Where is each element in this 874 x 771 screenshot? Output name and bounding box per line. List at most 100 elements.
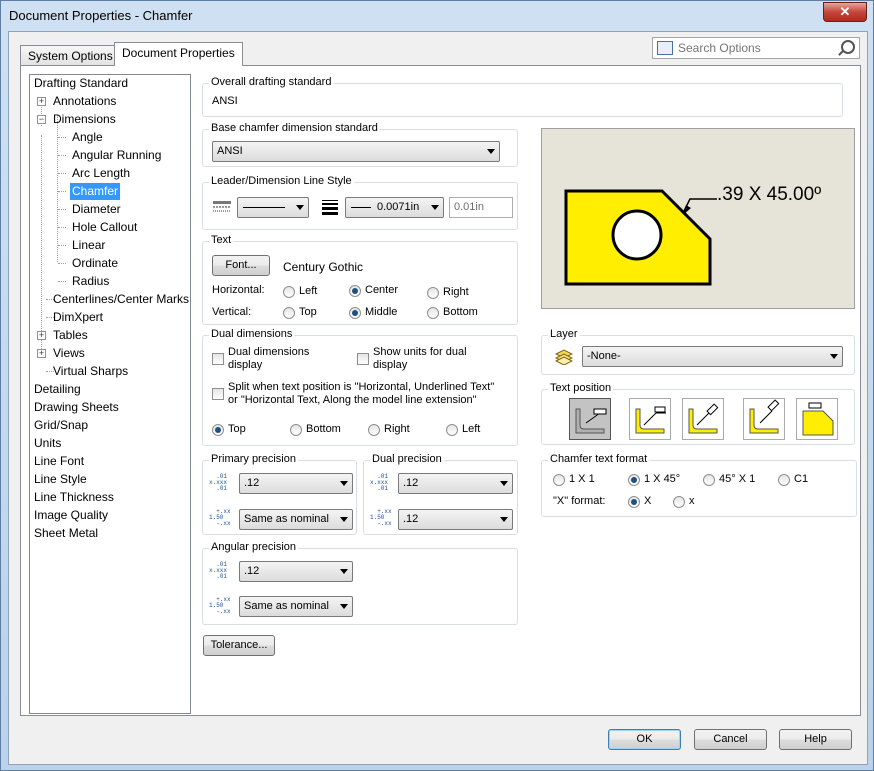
tree-item-drafting-standard[interactable]: Drafting Standard [34, 75, 128, 92]
tree-item-line-font[interactable]: Line Font [34, 453, 84, 470]
tree-item-units[interactable]: Units [34, 435, 61, 452]
tree-item-tables[interactable]: Tables [53, 327, 88, 344]
dual-dimensions-group: Dual dimensions Dual dimensions display … [202, 328, 518, 446]
primary-precision-value: .12 [244, 477, 260, 489]
text-position-underlined-button[interactable] [629, 398, 671, 440]
primary-precision-select[interactable]: .12 [239, 473, 353, 494]
angular-precision-group: Angular precision .01 x.xxx .01 .12 +.xx 1… [202, 541, 518, 625]
format-1x1-radio[interactable] [553, 474, 565, 486]
text-position-horizontal-button[interactable] [569, 398, 611, 440]
angular-precision-value: .12 [244, 565, 260, 577]
tree-item-centerlines[interactable]: Centerlines/Center Marks [53, 291, 189, 308]
tree-item-dimxpert[interactable]: DimXpert [53, 309, 103, 326]
tab-document-properties[interactable]: Document Properties [114, 42, 243, 66]
horizontal-center-radio[interactable] [349, 285, 361, 297]
x-format-upper-radio[interactable] [628, 496, 640, 508]
primary-tolerance-select[interactable]: Same as nominal [239, 509, 353, 530]
tree-item-drawing-sheets[interactable]: Drawing Sheets [34, 399, 119, 416]
search-input[interactable] [676, 39, 836, 57]
tree-item-dimensions[interactable]: Dimensions [53, 111, 116, 128]
format-1x45-label: 1 X 45° [644, 473, 681, 485]
tree-item-line-thickness[interactable]: Line Thickness [34, 489, 114, 506]
tree-item-ordinate[interactable]: Ordinate [72, 255, 118, 272]
dual-left-radio[interactable] [446, 424, 458, 436]
chevron-down-icon [830, 354, 838, 359]
chamfer-format-group: Chamfer text format 1 X 1 1 X 45° 45° X … [541, 453, 857, 517]
tree-item-radius[interactable]: Radius [72, 273, 109, 290]
dual-precision-select[interactable]: .12 [398, 473, 513, 494]
tree-item-hole-callout[interactable]: Hole Callout [72, 219, 137, 236]
collapse-dimensions-icon[interactable]: − [37, 115, 46, 124]
search-box[interactable] [652, 37, 860, 59]
base-standard-value: ANSI [217, 145, 243, 157]
chevron-down-icon [340, 604, 348, 609]
dual-tolerance-select[interactable]: .12 [398, 509, 513, 530]
tree-item-annotations[interactable]: Annotations [53, 93, 116, 110]
precision-value-icon: .01 x.xxx .01 [209, 473, 228, 492]
font-button[interactable]: Font... [212, 255, 270, 276]
expand-views-icon[interactable]: + [37, 349, 46, 358]
split-text-checkbox[interactable] [212, 388, 224, 400]
angular-precision-select[interactable]: .12 [239, 561, 353, 582]
tree-item-grid-snap[interactable]: Grid/Snap [34, 417, 88, 434]
vertical-middle-radio[interactable] [349, 307, 361, 319]
tree-item-angle[interactable]: Angle [72, 129, 103, 146]
chamfer-dimension-text: .39 X 45.00º [717, 184, 822, 205]
text-position-along-line-icon [688, 403, 719, 434]
angular-precision-title: Angular precision [209, 541, 298, 553]
tab-system-options[interactable]: System Options [20, 45, 121, 65]
x-format-lower-radio[interactable] [673, 496, 685, 508]
tree-item-image-quality[interactable]: Image Quality [34, 507, 108, 524]
text-position-parallel-button[interactable] [743, 398, 785, 440]
vertical-bottom-radio[interactable] [427, 307, 439, 319]
tolerance-button[interactable]: Tolerance... [203, 635, 275, 656]
help-button[interactable]: Help [779, 729, 852, 750]
dual-units-label-1: Show units for dual [373, 346, 467, 358]
tree-item-linear[interactable]: Linear [72, 237, 105, 254]
base-standard-select[interactable]: ANSI [212, 141, 500, 162]
tree-item-sheet-metal[interactable]: Sheet Metal [34, 525, 98, 542]
angular-tolerance-select[interactable]: Same as nominal [239, 596, 353, 617]
options-tree[interactable]: Drafting Standard + Annotations − Dimens… [29, 74, 191, 714]
dual-units-label-2: display [373, 359, 408, 371]
dual-right-radio[interactable] [368, 424, 380, 436]
tree-item-angular-running[interactable]: Angular Running [72, 147, 161, 164]
search-icon[interactable] [841, 40, 855, 54]
dual-bottom-radio[interactable] [290, 424, 302, 436]
tree-item-detailing[interactable]: Detailing [34, 381, 81, 398]
tree-item-chamfer[interactable]: Chamfer [70, 183, 121, 200]
leader-style-group: Leader/Dimension Line Style 0.0071in 0.0… [202, 175, 518, 230]
base-standard-title: Base chamfer dimension standard [209, 122, 380, 134]
format-1x45-radio[interactable] [628, 474, 640, 486]
title-bar[interactable]: Document Properties - Chamfer ✕ [1, 1, 873, 31]
format-c1-radio[interactable] [778, 474, 790, 486]
format-45x1-radio[interactable] [703, 474, 715, 486]
text-position-along-line-button[interactable] [682, 398, 724, 440]
expand-tables-icon[interactable]: + [37, 331, 46, 340]
vertical-top-radio[interactable] [283, 307, 295, 319]
dual-display-checkbox[interactable] [212, 353, 224, 365]
text-position-underlined-icon [635, 406, 666, 434]
tree-item-views[interactable]: Views [53, 345, 85, 362]
cancel-button[interactable]: Cancel [694, 729, 767, 750]
expand-annotations-icon[interactable]: + [37, 97, 46, 106]
horizontal-left-radio[interactable] [283, 286, 295, 298]
horizontal-right-radio[interactable] [427, 287, 439, 299]
chevron-down-icon [340, 569, 348, 574]
custom-thickness-field[interactable]: 0.01in [449, 197, 513, 218]
line-style-select[interactable] [237, 197, 309, 218]
close-button[interactable]: ✕ [823, 2, 867, 22]
tree-item-diameter[interactable]: Diameter [72, 201, 121, 218]
dual-top-radio[interactable] [212, 424, 224, 436]
dual-bottom-label: Bottom [306, 423, 341, 435]
line-style-icon [213, 201, 231, 212]
layer-select[interactable]: -None- [582, 346, 843, 367]
dual-units-checkbox[interactable] [357, 353, 369, 365]
chamfer-format-title: Chamfer text format [548, 453, 650, 465]
tree-item-line-style[interactable]: Line Style [34, 471, 87, 488]
tree-item-arc-length[interactable]: Arc Length [72, 165, 130, 182]
tree-item-virtual-sharps[interactable]: Virtual Sharps [53, 363, 128, 380]
line-thickness-select[interactable]: 0.0071in [345, 197, 444, 218]
text-position-top-button[interactable] [796, 398, 838, 440]
ok-button[interactable]: OK [608, 729, 681, 750]
